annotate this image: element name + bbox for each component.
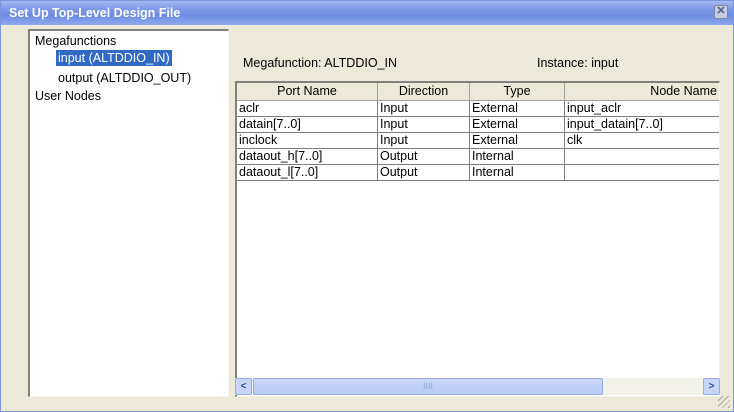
- window-title: Set Up Top-Level Design File: [9, 6, 181, 20]
- table-cell[interactable]: input_datain[7..0]: [565, 117, 719, 133]
- title-bar[interactable]: Set Up Top-Level Design File ✕: [1, 1, 733, 25]
- tree-item-megafunctions[interactable]: Megafunctions: [35, 33, 116, 49]
- table-cell[interactable]: dataout_h[7..0]: [237, 149, 378, 165]
- column-header-node-name[interactable]: Node Name: [565, 83, 719, 101]
- dialog-window: Set Up Top-Level Design File ✕ Megafunct…: [0, 0, 734, 412]
- table-cell[interactable]: [565, 165, 719, 181]
- tree-item-input[interactable]: input (ALTDDIO_IN): [56, 50, 172, 66]
- table-cell[interactable]: Output: [378, 165, 470, 181]
- megafunction-label: Megafunction: ALTDDIO_IN: [243, 56, 398, 70]
- tree-item-output[interactable]: output (ALTDDIO_OUT): [58, 70, 191, 86]
- table-cell[interactable]: Internal: [470, 165, 565, 181]
- table-cell[interactable]: External: [470, 117, 565, 133]
- scroll-right-icon[interactable]: >: [703, 378, 720, 395]
- tree-item-user-nodes[interactable]: User Nodes: [35, 88, 101, 104]
- table-cell[interactable]: Input: [378, 133, 470, 149]
- column-header-type[interactable]: Type: [470, 83, 565, 101]
- table-cell[interactable]: Output: [378, 149, 470, 165]
- table-cell[interactable]: clk: [565, 133, 719, 149]
- horizontal-scrollbar[interactable]: < IIII >: [235, 378, 720, 395]
- scrollbar-thumb[interactable]: IIII: [253, 378, 603, 395]
- table-cell[interactable]: Input: [378, 117, 470, 133]
- resize-grip-icon[interactable]: [718, 396, 730, 408]
- port-table[interactable]: Port Name Direction Type Node Name aclr …: [235, 81, 720, 397]
- table-cell[interactable]: Internal: [470, 149, 565, 165]
- table-cell[interactable]: [565, 149, 719, 165]
- column-header-direction[interactable]: Direction: [378, 83, 470, 101]
- table-cell[interactable]: External: [470, 133, 565, 149]
- scroll-left-icon[interactable]: <: [235, 378, 252, 395]
- close-icon[interactable]: ✕: [714, 5, 728, 19]
- table-cell[interactable]: inclock: [237, 133, 378, 149]
- megafunction-tree[interactable]: Megafunctions input (ALTDDIO_IN) output …: [28, 29, 229, 397]
- table-cell[interactable]: input_aclr: [565, 101, 719, 117]
- table-cell[interactable]: Input: [378, 101, 470, 117]
- instance-label: Instance: input: [537, 56, 619, 70]
- table-cell[interactable]: datain[7..0]: [237, 117, 378, 133]
- table-cell[interactable]: aclr: [237, 101, 378, 117]
- table-cell[interactable]: dataout_l[7..0]: [237, 165, 378, 181]
- table-cell[interactable]: External: [470, 101, 565, 117]
- column-header-port-name[interactable]: Port Name: [237, 83, 378, 101]
